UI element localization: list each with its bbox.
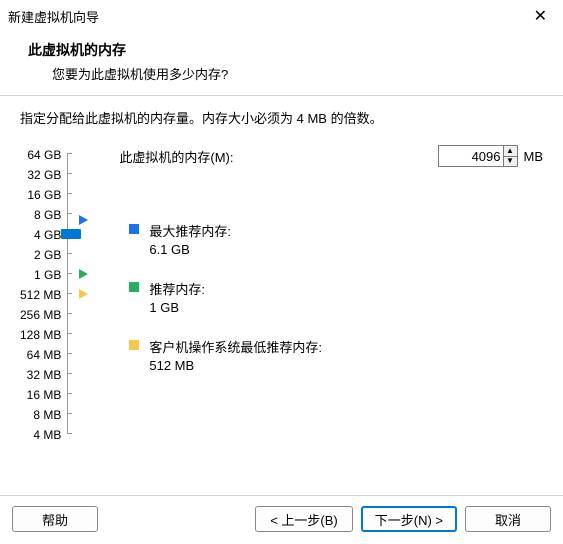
rec-value: 1 GB — [149, 298, 205, 315]
ruler-label: 32 MB — [27, 365, 62, 385]
ruler-label: 64 MB — [27, 345, 62, 365]
memory-unit: MB — [524, 149, 544, 164]
page-title: 此虚拟机的内存 — [28, 40, 535, 60]
close-icon[interactable]: ✕ — [528, 4, 553, 28]
ruler-label: 8 GB — [34, 205, 61, 225]
cancel-button[interactable]: 取消 — [465, 506, 551, 532]
ruler-label: 1 GB — [34, 265, 61, 285]
memory-slider-handle[interactable] — [61, 229, 81, 239]
spinner-up-icon[interactable]: ▲ — [504, 146, 517, 157]
ruler-label: 8 MB — [33, 405, 61, 425]
square-yellow-icon — [129, 340, 139, 350]
spinner-down-icon[interactable]: ▼ — [504, 157, 517, 167]
ruler-label: 32 GB — [27, 165, 61, 185]
ruler-label: 4 GB — [34, 225, 61, 245]
window-title: 新建虚拟机向导 — [8, 7, 99, 26]
page-subtitle: 您要为此虚拟机使用多少内存? — [28, 64, 535, 83]
ruler-label: 64 GB — [27, 145, 61, 165]
ruler-label: 256 MB — [20, 305, 61, 325]
ruler-label: 512 MB — [20, 285, 61, 305]
next-button[interactable]: 下一步(N) > — [361, 506, 457, 532]
memory-slider-track[interactable] — [67, 153, 75, 433]
marker-min-icon — [79, 289, 88, 299]
max-rec-label: 最大推荐内存: — [149, 221, 231, 240]
ruler-labels: 64 GB 32 GB 16 GB 8 GB 4 GB 2 GB 1 GB 51… — [20, 145, 67, 445]
square-green-icon — [129, 282, 139, 292]
ruler-label: 16 MB — [27, 385, 62, 405]
square-blue-icon — [129, 224, 139, 234]
ruler-label: 128 MB — [20, 325, 61, 345]
ruler-label: 16 GB — [27, 185, 61, 205]
marker-rec-icon — [79, 269, 88, 279]
memory-label: 此虚拟机的内存(M): — [119, 147, 233, 166]
help-button[interactable]: 帮助 — [12, 506, 98, 532]
min-rec-label: 客户机操作系统最低推荐内存: — [149, 337, 322, 356]
ruler-label: 2 GB — [34, 245, 61, 265]
instruction-text: 指定分配给此虚拟机的内存量。内存大小必须为 4 MB 的倍数。 — [20, 108, 543, 127]
max-rec-value: 6.1 GB — [149, 240, 231, 257]
rec-label: 推荐内存: — [149, 279, 205, 298]
back-button[interactable]: < 上一步(B) — [255, 506, 353, 532]
ruler-label: 4 MB — [33, 425, 61, 445]
min-rec-value: 512 MB — [149, 356, 322, 373]
marker-max-icon — [79, 215, 88, 225]
